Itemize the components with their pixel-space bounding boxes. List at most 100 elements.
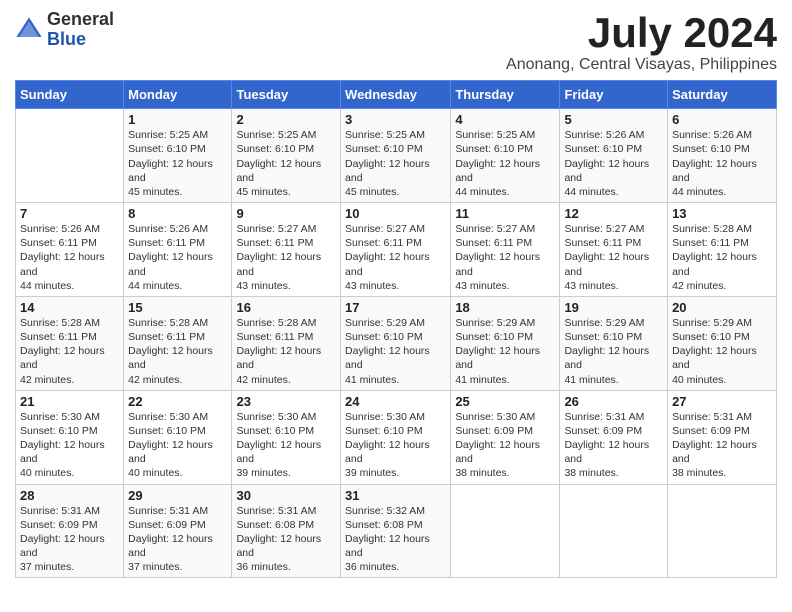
day-info: Sunrise: 5:27 AMSunset: 6:11 PMDaylight:… — [345, 222, 446, 293]
calendar-cell: 16Sunrise: 5:28 AMSunset: 6:11 PMDayligh… — [232, 296, 341, 390]
calendar-cell: 17Sunrise: 5:29 AMSunset: 6:10 PMDayligh… — [341, 296, 451, 390]
logo: General Blue — [15, 10, 114, 50]
calendar-cell — [560, 484, 668, 578]
day-info: Sunrise: 5:30 AMSunset: 6:09 PMDaylight:… — [455, 410, 555, 481]
day-number: 13 — [672, 206, 772, 221]
calendar-cell: 23Sunrise: 5:30 AMSunset: 6:10 PMDayligh… — [232, 390, 341, 484]
calendar-cell: 15Sunrise: 5:28 AMSunset: 6:11 PMDayligh… — [124, 296, 232, 390]
calendar-cell: 12Sunrise: 5:27 AMSunset: 6:11 PMDayligh… — [560, 203, 668, 297]
calendar-cell: 1Sunrise: 5:25 AMSunset: 6:10 PMDaylight… — [124, 109, 232, 203]
day-number: 10 — [345, 206, 446, 221]
header-saturday: Saturday — [668, 81, 777, 109]
day-info: Sunrise: 5:29 AMSunset: 6:10 PMDaylight:… — [672, 316, 772, 387]
day-info: Sunrise: 5:31 AMSunset: 6:09 PMDaylight:… — [564, 410, 663, 481]
day-info: Sunrise: 5:30 AMSunset: 6:10 PMDaylight:… — [128, 410, 227, 481]
day-info: Sunrise: 5:26 AMSunset: 6:11 PMDaylight:… — [128, 222, 227, 293]
calendar-cell: 2Sunrise: 5:25 AMSunset: 6:10 PMDaylight… — [232, 109, 341, 203]
day-info: Sunrise: 5:28 AMSunset: 6:11 PMDaylight:… — [128, 316, 227, 387]
header: General Blue July 2024 Anonang, Central … — [15, 10, 777, 74]
logo-general: General — [47, 9, 114, 29]
calendar-cell — [668, 484, 777, 578]
header-sunday: Sunday — [16, 81, 124, 109]
day-number: 2 — [236, 112, 336, 127]
calendar-week-row: 7Sunrise: 5:26 AMSunset: 6:11 PMDaylight… — [16, 203, 777, 297]
calendar-week-row: 28Sunrise: 5:31 AMSunset: 6:09 PMDayligh… — [16, 484, 777, 578]
calendar-cell: 6Sunrise: 5:26 AMSunset: 6:10 PMDaylight… — [668, 109, 777, 203]
day-info: Sunrise: 5:25 AMSunset: 6:10 PMDaylight:… — [455, 128, 555, 199]
logo-text: General Blue — [47, 10, 114, 50]
day-number: 22 — [128, 394, 227, 409]
day-info: Sunrise: 5:27 AMSunset: 6:11 PMDaylight:… — [455, 222, 555, 293]
day-info: Sunrise: 5:30 AMSunset: 6:10 PMDaylight:… — [236, 410, 336, 481]
day-number: 1 — [128, 112, 227, 127]
calendar-cell: 20Sunrise: 5:29 AMSunset: 6:10 PMDayligh… — [668, 296, 777, 390]
day-info: Sunrise: 5:31 AMSunset: 6:09 PMDaylight:… — [128, 504, 227, 575]
day-number: 6 — [672, 112, 772, 127]
day-info: Sunrise: 5:29 AMSunset: 6:10 PMDaylight:… — [564, 316, 663, 387]
day-number: 25 — [455, 394, 555, 409]
calendar-cell: 22Sunrise: 5:30 AMSunset: 6:10 PMDayligh… — [124, 390, 232, 484]
month-title: July 2024 — [506, 10, 777, 56]
calendar-cell: 24Sunrise: 5:30 AMSunset: 6:10 PMDayligh… — [341, 390, 451, 484]
day-info: Sunrise: 5:25 AMSunset: 6:10 PMDaylight:… — [236, 128, 336, 199]
day-number: 27 — [672, 394, 772, 409]
calendar-cell — [16, 109, 124, 203]
day-number: 9 — [236, 206, 336, 221]
day-info: Sunrise: 5:32 AMSunset: 6:08 PMDaylight:… — [345, 504, 446, 575]
day-number: 3 — [345, 112, 446, 127]
day-number: 4 — [455, 112, 555, 127]
day-info: Sunrise: 5:25 AMSunset: 6:10 PMDaylight:… — [345, 128, 446, 199]
day-info: Sunrise: 5:26 AMSunset: 6:11 PMDaylight:… — [20, 222, 119, 293]
day-info: Sunrise: 5:29 AMSunset: 6:10 PMDaylight:… — [455, 316, 555, 387]
calendar-cell: 28Sunrise: 5:31 AMSunset: 6:09 PMDayligh… — [16, 484, 124, 578]
day-number: 31 — [345, 488, 446, 503]
day-info: Sunrise: 5:31 AMSunset: 6:08 PMDaylight:… — [236, 504, 336, 575]
calendar-header-row: SundayMondayTuesdayWednesdayThursdayFrid… — [16, 81, 777, 109]
day-number: 28 — [20, 488, 119, 503]
calendar-cell: 13Sunrise: 5:28 AMSunset: 6:11 PMDayligh… — [668, 203, 777, 297]
day-info: Sunrise: 5:27 AMSunset: 6:11 PMDaylight:… — [564, 222, 663, 293]
day-number: 26 — [564, 394, 663, 409]
day-info: Sunrise: 5:28 AMSunset: 6:11 PMDaylight:… — [672, 222, 772, 293]
logo-icon — [15, 16, 43, 44]
day-number: 18 — [455, 300, 555, 315]
logo-blue: Blue — [47, 29, 86, 49]
header-monday: Monday — [124, 81, 232, 109]
header-tuesday: Tuesday — [232, 81, 341, 109]
calendar-cell: 30Sunrise: 5:31 AMSunset: 6:08 PMDayligh… — [232, 484, 341, 578]
title-block: July 2024 Anonang, Central Visayas, Phil… — [506, 10, 777, 74]
calendar-week-row: 14Sunrise: 5:28 AMSunset: 6:11 PMDayligh… — [16, 296, 777, 390]
day-info: Sunrise: 5:27 AMSunset: 6:11 PMDaylight:… — [236, 222, 336, 293]
day-number: 24 — [345, 394, 446, 409]
calendar-cell: 4Sunrise: 5:25 AMSunset: 6:10 PMDaylight… — [451, 109, 560, 203]
day-info: Sunrise: 5:28 AMSunset: 6:11 PMDaylight:… — [20, 316, 119, 387]
day-info: Sunrise: 5:31 AMSunset: 6:09 PMDaylight:… — [20, 504, 119, 575]
calendar-cell — [451, 484, 560, 578]
calendar-cell: 3Sunrise: 5:25 AMSunset: 6:10 PMDaylight… — [341, 109, 451, 203]
day-info: Sunrise: 5:25 AMSunset: 6:10 PMDaylight:… — [128, 128, 227, 199]
day-info: Sunrise: 5:28 AMSunset: 6:11 PMDaylight:… — [236, 316, 336, 387]
day-info: Sunrise: 5:29 AMSunset: 6:10 PMDaylight:… — [345, 316, 446, 387]
day-number: 7 — [20, 206, 119, 221]
calendar-cell: 18Sunrise: 5:29 AMSunset: 6:10 PMDayligh… — [451, 296, 560, 390]
day-number: 11 — [455, 206, 555, 221]
calendar-cell: 25Sunrise: 5:30 AMSunset: 6:09 PMDayligh… — [451, 390, 560, 484]
day-number: 19 — [564, 300, 663, 315]
day-number: 17 — [345, 300, 446, 315]
day-info: Sunrise: 5:26 AMSunset: 6:10 PMDaylight:… — [564, 128, 663, 199]
calendar-body: 1Sunrise: 5:25 AMSunset: 6:10 PMDaylight… — [16, 109, 777, 578]
calendar-week-row: 1Sunrise: 5:25 AMSunset: 6:10 PMDaylight… — [16, 109, 777, 203]
day-number: 12 — [564, 206, 663, 221]
calendar-cell: 5Sunrise: 5:26 AMSunset: 6:10 PMDaylight… — [560, 109, 668, 203]
header-friday: Friday — [560, 81, 668, 109]
calendar-cell: 11Sunrise: 5:27 AMSunset: 6:11 PMDayligh… — [451, 203, 560, 297]
header-thursday: Thursday — [451, 81, 560, 109]
calendar-cell: 21Sunrise: 5:30 AMSunset: 6:10 PMDayligh… — [16, 390, 124, 484]
calendar-table: SundayMondayTuesdayWednesdayThursdayFrid… — [15, 80, 777, 578]
day-info: Sunrise: 5:31 AMSunset: 6:09 PMDaylight:… — [672, 410, 772, 481]
calendar-cell: 9Sunrise: 5:27 AMSunset: 6:11 PMDaylight… — [232, 203, 341, 297]
day-number: 20 — [672, 300, 772, 315]
day-number: 29 — [128, 488, 227, 503]
calendar-cell: 27Sunrise: 5:31 AMSunset: 6:09 PMDayligh… — [668, 390, 777, 484]
day-info: Sunrise: 5:30 AMSunset: 6:10 PMDaylight:… — [20, 410, 119, 481]
